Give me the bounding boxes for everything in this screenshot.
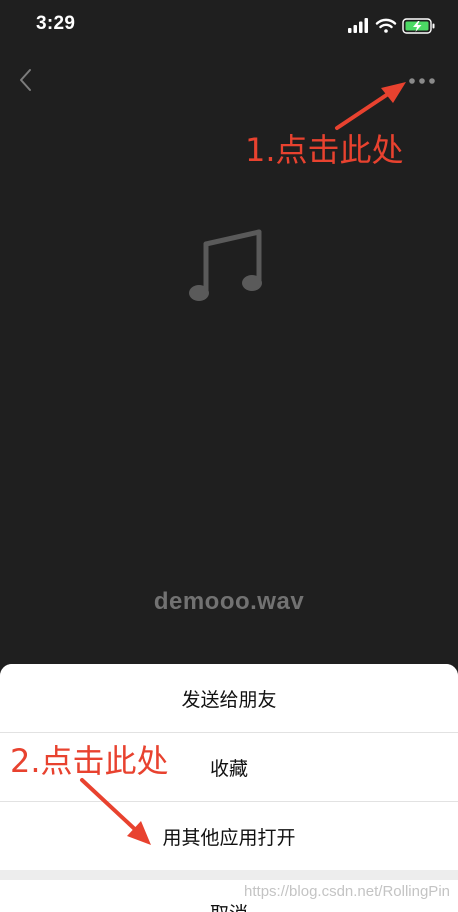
status-icons bbox=[348, 18, 435, 34]
sheet-gap bbox=[0, 870, 458, 880]
status-bar: 3:29 bbox=[0, 0, 458, 50]
nav-bar bbox=[0, 52, 458, 108]
watermark: https://blog.csdn.net/RollingPin bbox=[244, 883, 450, 900]
status-time: 3:29 bbox=[36, 13, 76, 34]
annotation-step-1: 1.点击此处 bbox=[245, 131, 404, 169]
more-dots-icon[interactable] bbox=[404, 70, 442, 92]
annotation-step-2: 2.点击此处 bbox=[10, 742, 169, 780]
send-to-friend-button[interactable]: 发送给朋友 bbox=[0, 664, 458, 732]
battery-icon bbox=[402, 18, 435, 34]
wifi-icon bbox=[375, 18, 397, 33]
file-name: demooo.wav bbox=[153, 588, 305, 615]
chevron-left-icon[interactable] bbox=[14, 66, 38, 94]
signal-icon bbox=[348, 18, 368, 33]
music-note-icon bbox=[189, 229, 262, 301]
open-with-other-app-button[interactable]: 用其他应用打开 bbox=[0, 802, 458, 870]
action-sheet: 发送给朋友 收藏 用其他应用打开 取消 bbox=[0, 664, 458, 912]
